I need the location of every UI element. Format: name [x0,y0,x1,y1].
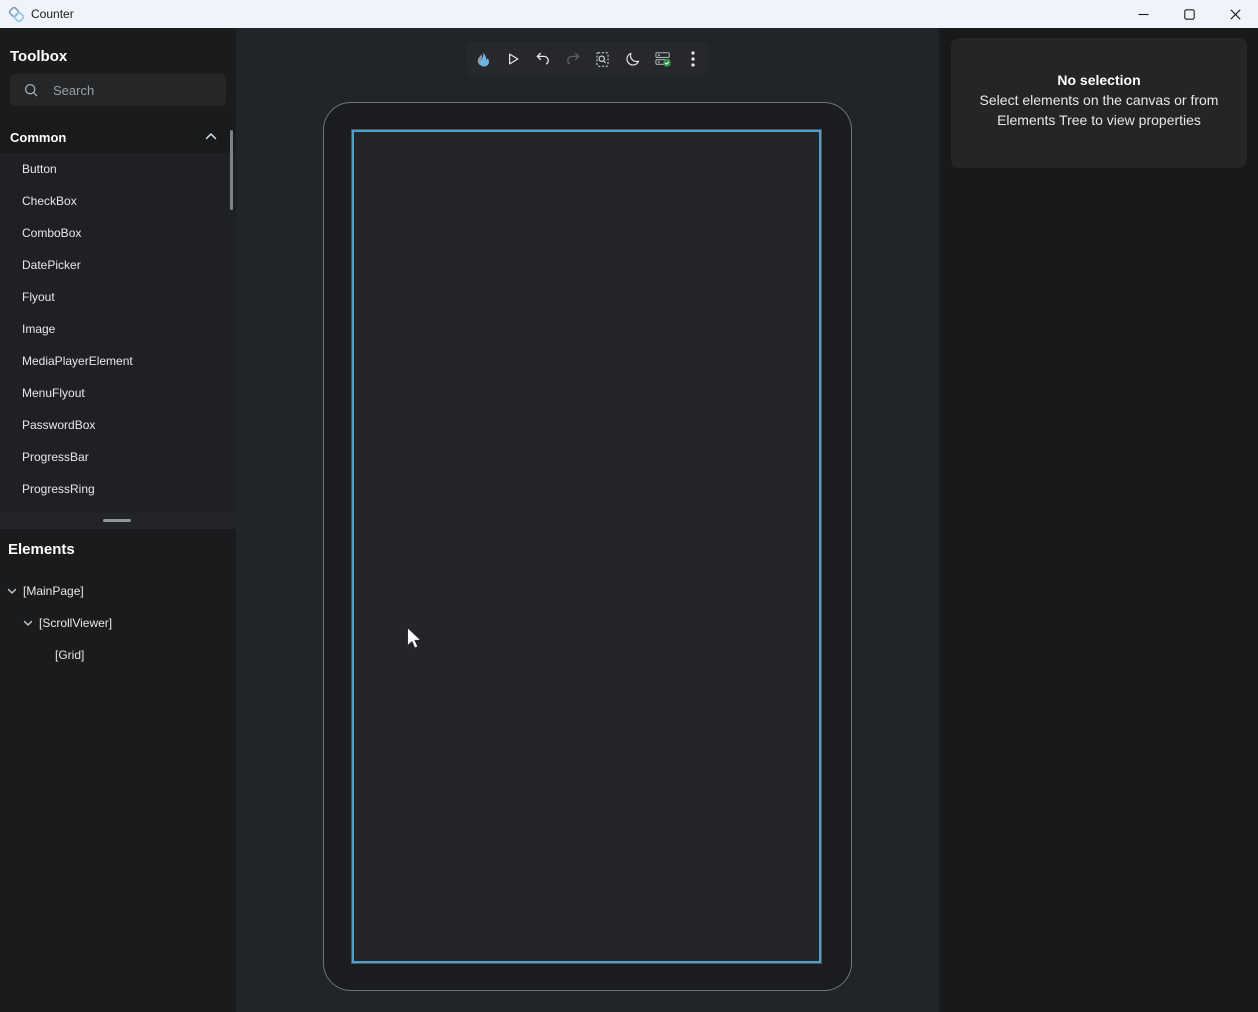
search-icon [24,83,39,98]
close-button[interactable] [1212,0,1258,28]
splitter-grip-icon [103,519,131,522]
toolbox-item-progressring[interactable]: ProgressRing [0,473,236,505]
no-selection-hint: Select elements on the canvas or from El… [963,90,1235,130]
moon-icon [624,50,642,68]
window-title: Counter [31,0,74,28]
validation-button[interactable] [648,42,678,76]
design-surface[interactable] [352,130,821,963]
toolbox-item-image[interactable]: Image [0,313,236,345]
more-options-button[interactable] [678,42,708,76]
toolbox-item-menuflyout[interactable]: MenuFlyout [0,377,236,409]
play-button[interactable] [498,42,528,76]
toolbox-section-common[interactable]: Common [0,122,236,153]
kebab-menu-icon [685,50,701,68]
chevron-up-icon[interactable] [205,132,217,140]
section-label: Common [10,130,66,145]
titlebar: Counter [0,0,1258,28]
elements-title: Elements [8,541,75,558]
minimize-button[interactable] [1120,0,1166,28]
tree-node-label: [MainPage] [23,584,84,598]
tree-node-label: [Grid] [55,648,84,662]
panel-splitter[interactable] [0,513,236,529]
design-toolbar [467,42,708,76]
toolbox-search[interactable] [10,74,226,106]
app-logo-icon [8,6,25,23]
toolbox-item-flyout[interactable]: Flyout [0,281,236,313]
toolbox-item-checkbox[interactable]: CheckBox [0,185,236,217]
zoom-to-selection-button[interactable] [588,42,618,76]
toolbox-scrollbar[interactable] [230,130,233,210]
toolbox-title: Toolbox [10,48,67,65]
app-window: Counter Toolbox Common [0,0,1258,1012]
flame-icon [473,50,492,69]
tree-node-grid[interactable]: [Grid] [0,639,236,671]
search-input[interactable] [53,83,213,98]
undo-button[interactable] [528,42,558,76]
theme-toggle-button[interactable] [618,42,648,76]
toolbox-item-datepicker[interactable]: DatePicker [0,249,236,281]
zoom-selection-icon [593,50,612,69]
maximize-button[interactable] [1166,0,1212,28]
toolbox-item-button[interactable]: Button [0,153,236,185]
left-sidebar: Toolbox Common Button CheckBox ComboBox … [0,28,236,1012]
mouse-cursor-icon [406,626,424,652]
redo-icon [564,50,582,68]
undo-icon [534,50,552,68]
toolbox-item-combobox[interactable]: ComboBox [0,217,236,249]
toolbox-item-mediaplayerelement[interactable]: MediaPlayerElement [0,345,236,377]
elements-tree: [MainPage] [ScrollViewer] [Grid] [0,575,236,671]
properties-panel: No selection Select elements on the canv… [939,28,1258,1012]
tree-node-label: [ScrollViewer] [39,616,112,630]
toolbox-item-passwordbox[interactable]: PasswordBox [0,409,236,441]
redo-button[interactable] [558,42,588,76]
no-selection-title: No selection [963,72,1235,88]
checklist-icon [653,49,673,69]
toolbox-item-progressbar[interactable]: ProgressBar [0,441,236,473]
toolbox-list: Button CheckBox ComboBox DatePicker Flyo… [0,153,236,513]
no-selection-card: No selection Select elements on the canv… [951,38,1247,168]
device-frame [323,102,852,991]
tree-node-mainpage[interactable]: [MainPage] [0,575,236,607]
tree-node-scrollviewer[interactable]: [ScrollViewer] [0,607,236,639]
design-canvas-area[interactable] [236,28,939,1012]
chevron-down-icon[interactable] [22,617,34,629]
play-icon [504,50,522,68]
hot-reload-flame-button[interactable] [468,42,498,76]
chevron-down-icon[interactable] [6,585,18,597]
window-controls [1120,0,1258,28]
